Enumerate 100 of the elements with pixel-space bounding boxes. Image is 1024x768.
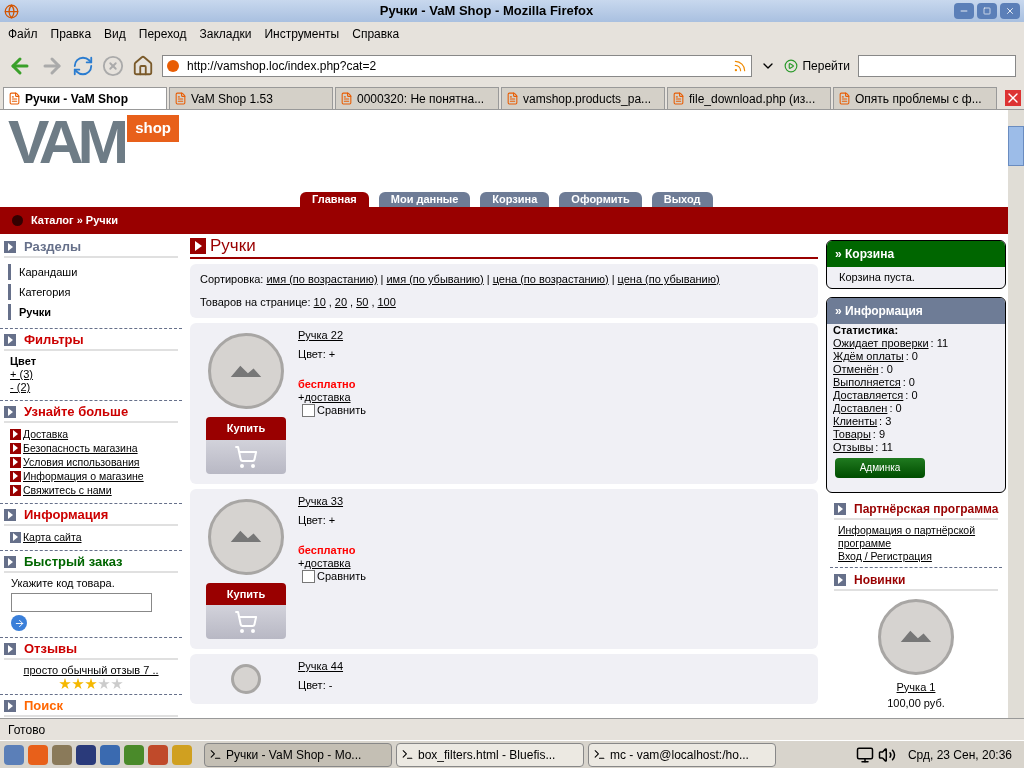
compare-checkbox[interactable] bbox=[302, 404, 315, 417]
new-product-link[interactable]: Ручка 1 bbox=[896, 678, 936, 695]
category-link[interactable]: Категория bbox=[8, 284, 174, 300]
plus-sign: + bbox=[298, 391, 305, 404]
maximize-button[interactable] bbox=[977, 3, 997, 19]
stat-link[interactable]: Клиенты bbox=[833, 414, 878, 428]
section-title: Поиск bbox=[24, 698, 63, 714]
nav-tab[interactable]: Выход bbox=[651, 192, 713, 207]
launcher-icon[interactable] bbox=[148, 744, 168, 765]
sort-link[interactable]: цена (по возрастанию) bbox=[492, 273, 609, 286]
separator: | bbox=[486, 273, 490, 286]
window-icon bbox=[209, 748, 222, 761]
minimize-button[interactable] bbox=[954, 3, 974, 19]
window-icon bbox=[593, 748, 606, 761]
scrollbar-thumb[interactable] bbox=[1008, 126, 1024, 166]
nav-tab[interactable]: Корзина bbox=[480, 192, 550, 207]
cart-icon bbox=[234, 444, 258, 469]
filter-link[interactable]: + (3) bbox=[10, 368, 172, 381]
volume-icon[interactable] bbox=[877, 745, 896, 764]
reload-icon[interactable] bbox=[72, 55, 94, 77]
section-arrow-icon bbox=[4, 406, 16, 418]
search-field[interactable] bbox=[858, 55, 1016, 77]
menu-item[interactable]: Правка bbox=[50, 25, 92, 43]
info-link[interactable]: Карта сайта bbox=[23, 530, 82, 544]
per-page-link[interactable]: 100 bbox=[377, 296, 396, 309]
launcher-icon[interactable] bbox=[76, 744, 96, 765]
taskbar-button[interactable]: Ручки - VaM Shop - Mo... bbox=[204, 742, 392, 767]
menu-item[interactable]: Вид bbox=[104, 25, 126, 43]
launcher-icon[interactable] bbox=[100, 744, 120, 765]
browser-tab[interactable]: Опять проблемы с ф... bbox=[833, 87, 997, 109]
per-page-label: Товаров на странице: bbox=[200, 296, 311, 309]
category-link[interactable]: Ручки bbox=[8, 304, 174, 320]
per-page-link[interactable]: 10 bbox=[313, 296, 326, 309]
compare-checkbox[interactable] bbox=[302, 569, 315, 583]
stat-link[interactable]: Отменён bbox=[833, 362, 879, 376]
product-name-link[interactable]: Ручка 44 bbox=[298, 660, 344, 673]
info-link[interactable]: Информация о магазине bbox=[23, 469, 144, 483]
product-name-link[interactable]: Ручка 33 bbox=[298, 494, 344, 508]
sort-link[interactable]: имя (по убыванию) bbox=[386, 273, 484, 286]
stat-link[interactable]: Доставлен bbox=[833, 401, 888, 415]
close-tab-icon[interactable] bbox=[1005, 90, 1021, 106]
taskbar-button[interactable]: mc - vam@localhost:/ho... bbox=[588, 742, 776, 767]
browser-tab[interactable]: file_download.php (из... bbox=[667, 87, 831, 109]
category-link[interactable]: Карандаши bbox=[8, 264, 174, 280]
info-link[interactable]: Доставка bbox=[23, 427, 69, 441]
menu-item[interactable]: Закладки bbox=[199, 25, 252, 43]
nav-tab[interactable]: Главная bbox=[300, 192, 369, 207]
browser-tab[interactable]: VaM Shop 1.53 bbox=[169, 87, 333, 109]
shipping-link[interactable]: доставка bbox=[304, 556, 351, 570]
sort-link[interactable]: цена (по убыванию) bbox=[617, 273, 720, 286]
buy-button[interactable]: Купить bbox=[206, 582, 286, 639]
buy-button[interactable]: Купить bbox=[206, 417, 286, 474]
partner-link[interactable]: Информация о партнёрской программе bbox=[838, 523, 994, 550]
section-arrow-icon bbox=[4, 556, 16, 568]
stat-link[interactable]: Отзывы bbox=[833, 440, 874, 454]
filter-link[interactable]: - (2) bbox=[10, 381, 172, 394]
menu-item[interactable]: Инструменты bbox=[264, 25, 340, 43]
menu-item[interactable]: Файл bbox=[8, 25, 38, 43]
close-button[interactable] bbox=[1000, 3, 1020, 19]
stat-link[interactable]: Доставляется bbox=[833, 388, 904, 402]
review-link[interactable]: просто обычный отзыв 7 .. bbox=[23, 664, 159, 677]
scrollbar[interactable] bbox=[1008, 110, 1024, 718]
menu-item[interactable]: Переход bbox=[138, 25, 187, 43]
close-icon bbox=[1005, 6, 1015, 16]
address-bar[interactable]: http://vamshop.loc/index.php?cat=2 bbox=[162, 55, 753, 77]
info-link[interactable]: Условия использования bbox=[23, 455, 140, 469]
go-button[interactable]: Перейти bbox=[784, 57, 850, 75]
stop-icon[interactable] bbox=[102, 55, 124, 77]
stat-link[interactable]: Товары bbox=[833, 427, 871, 441]
per-page-link[interactable]: 20 bbox=[334, 296, 348, 309]
shipping-link[interactable]: доставка bbox=[304, 391, 351, 404]
stat-link[interactable]: Выполняется bbox=[833, 375, 901, 389]
product-color: Цвет: + bbox=[298, 348, 336, 361]
nav-tab[interactable]: Мои данные bbox=[378, 192, 471, 207]
product-code-field[interactable] bbox=[11, 593, 152, 612]
page-heading: Ручки bbox=[210, 236, 256, 256]
admin-button[interactable]: Админка bbox=[835, 457, 925, 478]
taskbar-button[interactable]: box_filters.html - Bluefis... bbox=[396, 742, 584, 767]
home-icon[interactable] bbox=[132, 55, 154, 77]
browser-tab[interactable]: Ручки - VaM Shop bbox=[3, 87, 167, 109]
field-hint: Укажите код товара. bbox=[11, 577, 116, 590]
url-text: http://vamshop.loc/index.php?cat=2 bbox=[187, 58, 378, 75]
info-link[interactable]: Безопасность магазина bbox=[23, 441, 138, 455]
sort-link[interactable]: имя (по возрастанию) bbox=[266, 273, 378, 286]
rss-icon[interactable] bbox=[733, 59, 748, 73]
stat-link[interactable]: Ожидает проверки bbox=[833, 336, 929, 350]
menu-item[interactable]: Справка bbox=[352, 25, 400, 43]
stat-value: : 0 bbox=[905, 349, 918, 363]
partner-link[interactable]: Вход / Регистрация bbox=[838, 549, 994, 563]
plus-sign: + bbox=[298, 556, 305, 570]
product-name-link[interactable]: Ручка 22 bbox=[298, 329, 344, 342]
stat-value: : 11 bbox=[875, 440, 893, 454]
cart-icon bbox=[234, 610, 258, 634]
per-page-link[interactable]: 50 bbox=[356, 296, 369, 309]
nav-tab[interactable]: Оформить bbox=[559, 192, 642, 207]
stat-link[interactable]: Ждём оплаты bbox=[833, 349, 904, 363]
browser-tab[interactable]: vamshop.products_pa... bbox=[501, 87, 665, 109]
info-link[interactable]: Свяжитесь с нами bbox=[23, 483, 112, 497]
section-arrow-icon bbox=[834, 502, 846, 515]
browser-tab[interactable]: 0000320: Не понятна... bbox=[335, 87, 499, 109]
